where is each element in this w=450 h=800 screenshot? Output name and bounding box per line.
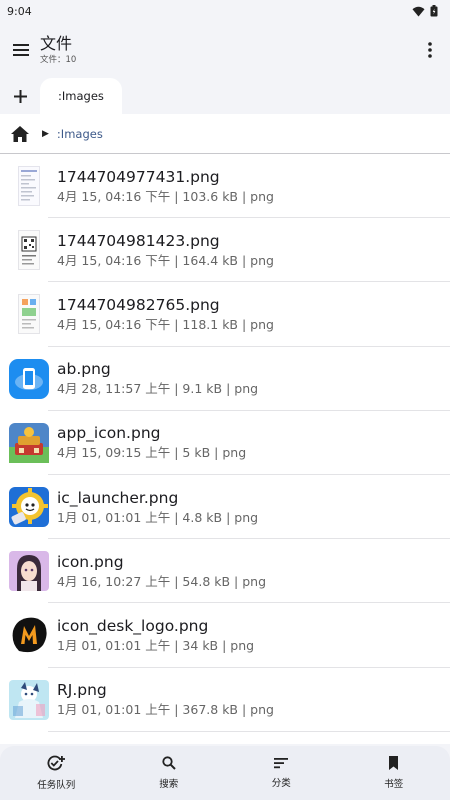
nav-sort[interactable]: 分类 — [225, 746, 338, 800]
status-time: 9:04 — [7, 4, 32, 18]
list-item[interactable]: ab.png 4月 28, 11:57 上午 | 9.1 kB | png — [0, 347, 450, 411]
battery-icon — [430, 5, 438, 17]
list-item[interactable]: 1744704977431.png 4月 15, 04:16 下午 | 103.… — [0, 154, 450, 219]
file-name: 1744704977431.png — [57, 167, 220, 186]
list-item[interactable]: app_icon.png 4月 15, 09:15 上午 | 5 kB | pn… — [0, 411, 450, 476]
nav-search[interactable]: 搜索 — [113, 746, 226, 800]
nav-bookmarks[interactable]: 书签 — [338, 746, 450, 800]
file-info: icon_desk_logo.png 1月 01, 01:01 上午 | 34 … — [57, 616, 254, 655]
file-meta: 1月 01, 01:01 上午 | 367.8 kB | png — [57, 702, 274, 718]
file-name: 1744704982765.png — [57, 295, 220, 314]
list-item[interactable]: icon_desk_logo.png 1月 01, 01:01 上午 | 34 … — [0, 603, 450, 668]
nav-task-queue[interactable]: 任务队列 — [0, 746, 113, 800]
home-icon — [11, 125, 29, 142]
file-info: 1744704982765.png 4月 15, 04:16 下午 | 118.… — [57, 295, 274, 334]
nav-label: 搜索 — [159, 779, 179, 790]
blue-phone-icon — [9, 358, 49, 399]
file-info: RJ.png 1月 01, 01:01 上午 | 367.8 kB | png — [57, 680, 274, 719]
task-queue-icon — [47, 755, 66, 771]
chevron-right-icon: ▶ — [42, 128, 49, 139]
list-item[interactable]: ic_launcher.png 1月 01, 01:01 上午 | 4.8 kB… — [0, 475, 450, 540]
home-button[interactable] — [10, 124, 30, 144]
anime-art-icon — [9, 679, 49, 720]
screenshot-thumbnail-icon — [9, 166, 49, 207]
file-meta: 4月 15, 09:15 上午 | 5 kB | png — [57, 445, 247, 461]
file-info: app_icon.png 4月 15, 09:15 上午 | 5 kB | pn… — [57, 423, 246, 462]
nav-label: 任务队列 — [37, 780, 76, 791]
file-meta: 4月 15, 04:16 下午 | 103.6 kB | png — [57, 188, 274, 204]
nav-label: 书签 — [384, 779, 404, 790]
more-vert-icon — [428, 42, 432, 58]
file-info: icon.png 4月 16, 10:27 上午 | 54.8 kB | png — [57, 552, 266, 591]
qr-screenshot-thumbnail-icon — [9, 230, 49, 271]
anime-girl-icon — [9, 551, 49, 592]
file-name: ic_launcher.png — [57, 488, 179, 507]
app-bar: 文件 文件：10 — [0, 22, 450, 78]
list-item[interactable]: 1744704981423.png 4月 15, 04:16 下午 | 164.… — [0, 218, 450, 283]
file-info: ic_launcher.png 1月 01, 01:01 上午 | 4.8 kB… — [57, 488, 258, 527]
game-app-icon — [9, 422, 49, 463]
launcher-gear-icon — [9, 487, 49, 528]
sort-icon — [274, 758, 289, 769]
page-title: 文件 — [40, 34, 73, 53]
file-name: app_icon.png — [57, 424, 161, 443]
bookmark-icon — [389, 756, 399, 770]
file-meta: 1月 01, 01:01 上午 | 4.8 kB | png — [57, 509, 259, 525]
title-block: 文件 文件：10 — [40, 34, 418, 66]
breadcrumb-item[interactable]: :Images — [57, 127, 103, 141]
file-meta: 4月 15, 04:16 下午 | 118.1 kB | png — [57, 316, 274, 332]
m-logo-icon — [9, 615, 49, 655]
file-name: ab.png — [57, 360, 111, 379]
file-info: 1744704977431.png 4月 15, 04:16 下午 | 103.… — [57, 167, 274, 206]
file-name: icon_desk_logo.png — [57, 616, 209, 635]
status-icons — [412, 5, 438, 17]
file-meta: 4月 28, 11:57 上午 | 9.1 kB | png — [57, 381, 259, 397]
nav-label: 分类 — [271, 778, 291, 789]
add-tab-button[interactable] — [0, 78, 40, 114]
screenshot-thumbnail-icon — [9, 294, 49, 335]
tab-row: :Images — [0, 78, 450, 114]
menu-button[interactable] — [10, 39, 32, 61]
tab-label: :Images — [58, 89, 104, 103]
list-item[interactable]: icon.png 4月 16, 10:27 上午 | 54.8 kB | png — [0, 539, 450, 604]
wifi-icon — [412, 6, 425, 16]
hamburger-menu-icon — [13, 44, 29, 56]
list-item[interactable]: 1744704982765.png 4月 15, 04:16 下午 | 118.… — [0, 282, 450, 347]
file-info: 1744704981423.png 4月 15, 04:16 下午 | 164.… — [57, 231, 274, 270]
file-count: 文件：10 — [40, 55, 77, 65]
more-options-button[interactable] — [418, 38, 442, 62]
file-meta: 4月 15, 04:16 下午 | 164.4 kB | png — [57, 252, 274, 268]
file-info: ab.png 4月 28, 11:57 上午 | 9.1 kB | png — [57, 359, 258, 398]
list-item[interactable]: RJ.png 1月 01, 01:01 上午 | 367.8 kB | png — [0, 668, 450, 732]
tab-images[interactable]: :Images — [40, 78, 122, 114]
file-name: icon.png — [57, 552, 124, 571]
search-icon — [162, 756, 176, 770]
plus-icon — [13, 89, 27, 103]
status-bar: 9:04 — [0, 0, 450, 22]
file-meta: 4月 16, 10:27 上午 | 54.8 kB | png — [57, 573, 267, 589]
bottom-navigation: 任务队列 搜索 分类 书签 — [0, 746, 450, 800]
file-name: RJ.png — [57, 681, 107, 700]
file-name: 1744704981423.png — [57, 231, 220, 250]
file-list: 1744704977431.png 4月 15, 04:16 下午 | 103.… — [0, 154, 450, 744]
file-meta: 1月 01, 01:01 上午 | 34 kB | png — [57, 637, 255, 653]
breadcrumb: ▶ :Images — [0, 114, 450, 154]
